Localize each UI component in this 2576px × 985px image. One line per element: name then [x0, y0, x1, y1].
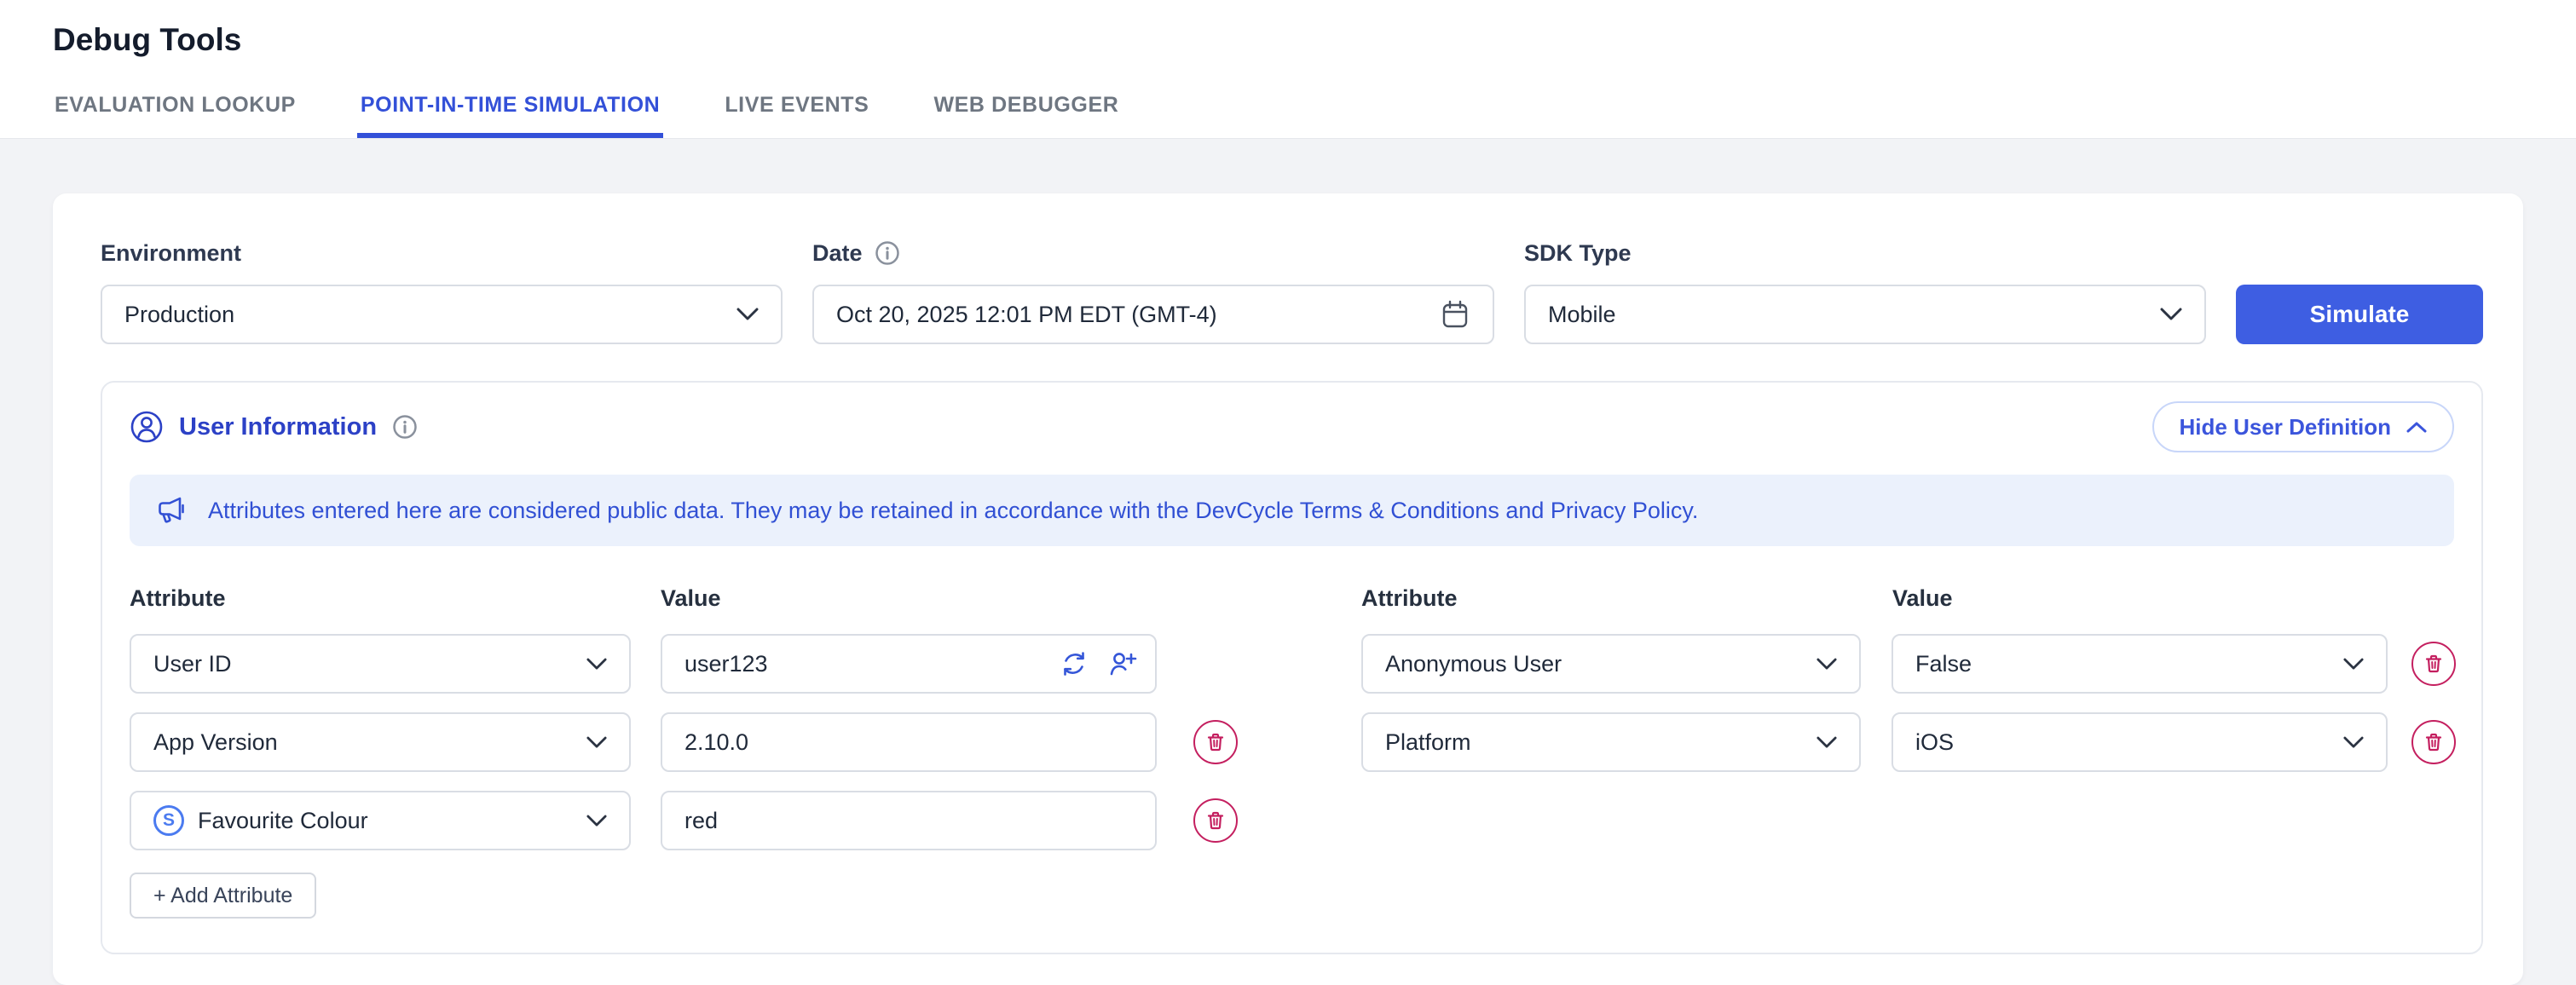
attribute-select-platform[interactable]: Platform: [1361, 712, 1861, 772]
value-column-header: Value: [1892, 585, 1953, 612]
attribute-select-app-version[interactable]: App Version: [130, 712, 631, 772]
chevron-down-icon: [2160, 308, 2182, 321]
user-id-input-icons: [1060, 634, 1138, 694]
chevron-down-icon: [1816, 736, 1837, 749]
simulate-button[interactable]: Simulate: [2236, 285, 2483, 344]
attribute-row-app-version: App Version: [130, 712, 1238, 772]
sdk-type-select[interactable]: Mobile: [1524, 285, 2206, 344]
chevron-up-icon: [2406, 421, 2427, 434]
chevron-down-icon: [1816, 658, 1837, 671]
tab-live-events[interactable]: LIVE EVENTS: [725, 93, 869, 138]
attribute-name: User ID: [153, 651, 232, 677]
attribute-value: False: [1915, 651, 1972, 677]
add-user-icon[interactable]: [1107, 648, 1138, 679]
attribute-select-favourite-colour[interactable]: S Favourite Colour: [130, 791, 631, 850]
user-information-title-row: User Information: [130, 410, 418, 444]
trash-icon: [1205, 732, 1226, 752]
main-area: Environment Production Date Oct 20, 2025: [0, 139, 2576, 985]
sdk-type-field-group: SDK Type Mobile: [1524, 240, 2206, 344]
public-data-banner: Attributes entered here are considered p…: [130, 475, 2454, 546]
user-information-header: User Information Hide User Definition: [130, 400, 2454, 454]
info-icon[interactable]: [875, 240, 900, 266]
delete-attribute-button[interactable]: [2411, 642, 2456, 686]
anonymous-user-value-select[interactable]: False: [1892, 634, 2388, 694]
trash-icon: [2423, 732, 2444, 752]
page-title: Debug Tools: [53, 22, 241, 58]
add-attribute-button[interactable]: + Add Attribute: [130, 873, 316, 919]
environment-select[interactable]: Production: [101, 285, 783, 344]
info-icon[interactable]: [392, 414, 418, 440]
attribute-name: App Version: [153, 729, 278, 756]
chevron-down-icon: [736, 308, 759, 321]
environment-field-group: Environment Production: [101, 240, 783, 344]
simulation-controls: Environment Production Date Oct 20, 2025: [101, 240, 2483, 344]
trash-icon: [2423, 654, 2444, 674]
date-label-row: Date: [812, 240, 1494, 266]
attribute-name: Anonymous User: [1385, 651, 1562, 677]
public-data-banner-text: Attributes entered here are considered p…: [208, 498, 1698, 524]
attributes-right-column: Attribute Value Anonymous User False: [1361, 585, 2461, 919]
attributes-grid: Attribute Value User ID: [130, 585, 2454, 919]
sdk-type-label: SDK Type: [1524, 240, 2206, 266]
favourite-colour-value-input[interactable]: [661, 791, 1157, 850]
refresh-icon[interactable]: [1060, 649, 1089, 678]
date-label: Date: [812, 240, 863, 266]
right-column-headers: Attribute Value: [1361, 585, 2461, 612]
string-type-badge: S: [153, 805, 184, 836]
attribute-value: iOS: [1915, 729, 1954, 756]
attribute-row-favourite-colour: S Favourite Colour: [130, 791, 1238, 850]
app-version-value-input[interactable]: [661, 712, 1157, 772]
attribute-row-anonymous-user: Anonymous User False: [1361, 634, 2461, 694]
date-field-group: Date Oct 20, 2025 12:01 PM EDT (GMT-4): [812, 240, 1494, 344]
environment-value: Production: [124, 302, 234, 328]
user-id-value-wrap: [661, 634, 1157, 694]
date-value: Oct 20, 2025 12:01 PM EDT (GMT-4): [836, 302, 1217, 328]
attribute-row-user-id: User ID: [130, 634, 1238, 694]
attribute-select-user-id[interactable]: User ID: [130, 634, 631, 694]
tab-point-in-time-simulation[interactable]: POINT-IN-TIME SIMULATION: [361, 93, 660, 138]
delete-attribute-button[interactable]: [1193, 720, 1238, 764]
attribute-column-header: Attribute: [130, 585, 661, 612]
user-information-section: User Information Hide User Definition At…: [101, 381, 2483, 954]
attribute-name: Favourite Colour: [198, 808, 368, 834]
delete-attribute-button[interactable]: [1193, 798, 1238, 843]
tab-bar: EVALUATION LOOKUP POINT-IN-TIME SIMULATI…: [55, 93, 1118, 138]
left-column-headers: Attribute Value: [130, 585, 1238, 612]
attribute-name: Platform: [1385, 729, 1471, 756]
tab-evaluation-lookup[interactable]: EVALUATION LOOKUP: [55, 93, 296, 138]
chevron-down-icon: [586, 815, 607, 827]
megaphone-icon: [152, 492, 188, 528]
chevron-down-icon: [586, 658, 607, 671]
chevron-down-icon: [2343, 658, 2364, 671]
attribute-column-header: Attribute: [1361, 585, 1892, 612]
date-input[interactable]: Oct 20, 2025 12:01 PM EDT (GMT-4): [812, 285, 1494, 344]
favourite-colour-value-wrap: [661, 791, 1157, 850]
user-circle-icon: [130, 410, 164, 444]
chevron-down-icon: [2343, 736, 2364, 749]
attribute-row-platform: Platform iOS: [1361, 712, 2461, 772]
sdk-type-value: Mobile: [1548, 302, 1616, 328]
value-column-header: Value: [661, 585, 721, 612]
hide-user-definition-button[interactable]: Hide User Definition: [2152, 401, 2454, 452]
calendar-icon[interactable]: [1440, 299, 1470, 330]
chevron-down-icon: [586, 736, 607, 749]
app-version-value-wrap: [661, 712, 1157, 772]
environment-label: Environment: [101, 240, 783, 266]
hide-user-definition-label: Hide User Definition: [2180, 414, 2391, 441]
page-header: Debug Tools EVALUATION LOOKUP POINT-IN-T…: [0, 0, 2576, 139]
attributes-left-column: Attribute Value User ID: [130, 585, 1238, 919]
delete-attribute-button[interactable]: [2411, 720, 2456, 764]
user-information-title: User Information: [179, 413, 377, 441]
simulation-card: Environment Production Date Oct 20, 2025: [53, 193, 2523, 985]
attribute-select-anonymous-user[interactable]: Anonymous User: [1361, 634, 1861, 694]
platform-value-select[interactable]: iOS: [1892, 712, 2388, 772]
tab-web-debugger[interactable]: WEB DEBUGGER: [933, 93, 1118, 138]
trash-icon: [1205, 810, 1226, 831]
